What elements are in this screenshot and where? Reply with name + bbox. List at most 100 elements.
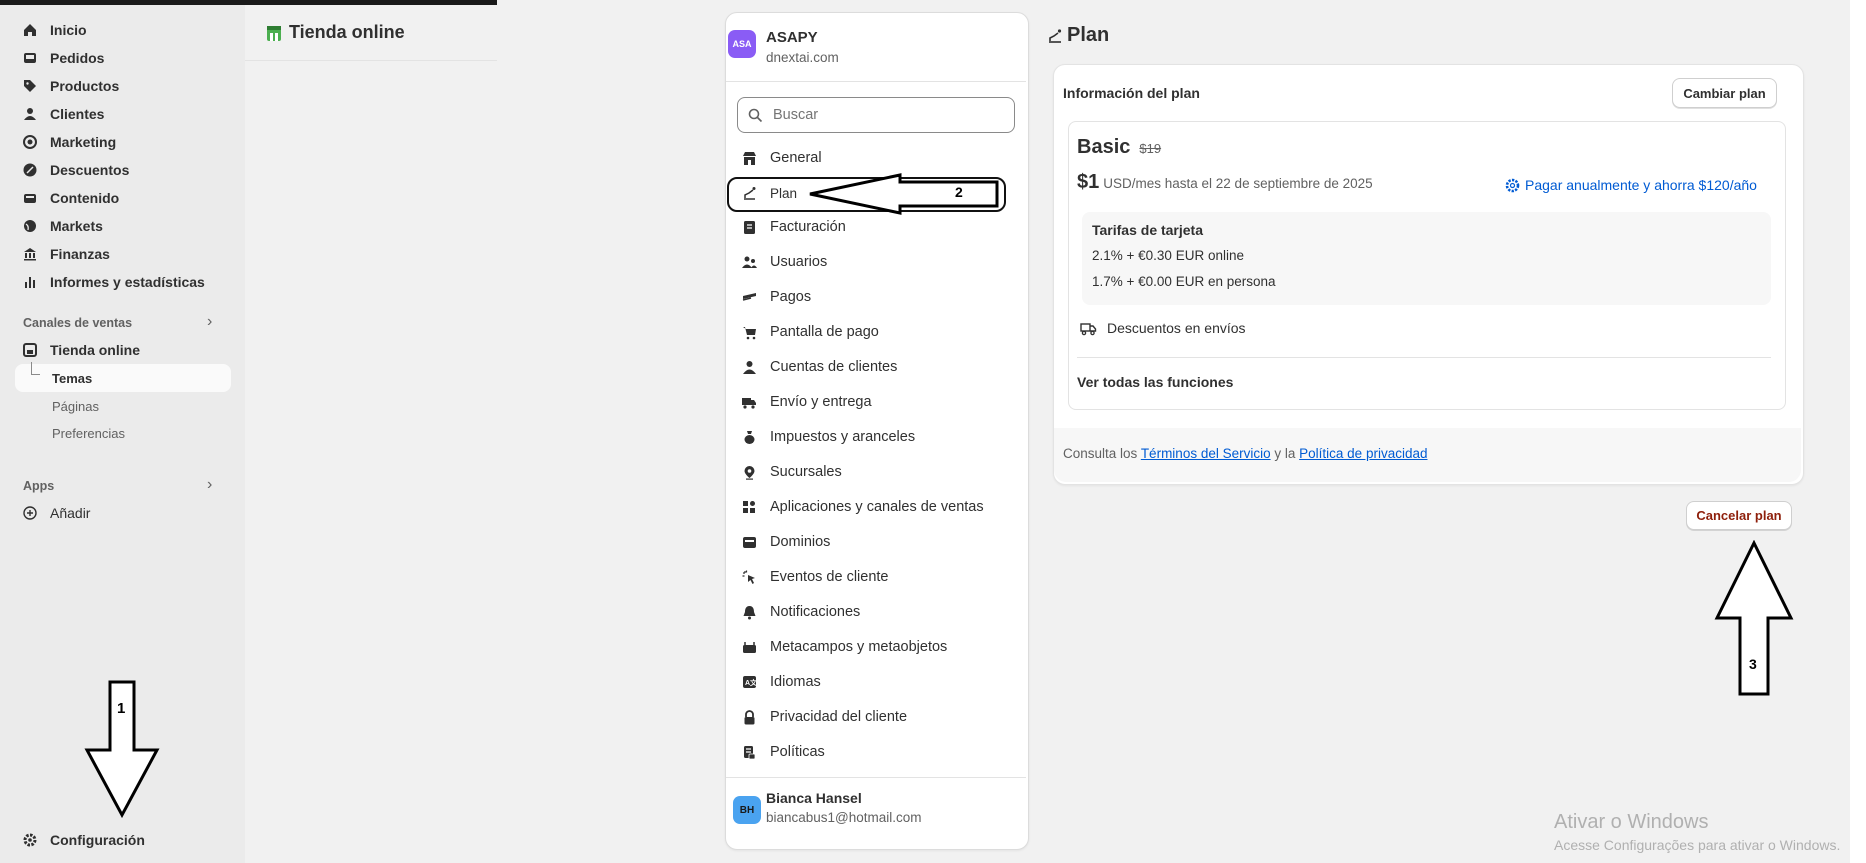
- settings-item-envio[interactable]: Envío y entrega: [740, 390, 872, 414]
- privacy-policy-link[interactable]: Política de privacidad: [1299, 446, 1427, 461]
- top-dark-strip: [0, 0, 497, 5]
- settings-item-privacidad[interactable]: Privacidad del cliente: [740, 705, 907, 729]
- nav-label: Productos: [50, 78, 120, 94]
- inbox-icon: [22, 50, 38, 66]
- bank-icon: [22, 246, 38, 262]
- user-email: biancabus1@hotmail.com: [766, 810, 922, 825]
- cart-icon: [740, 323, 758, 341]
- settings-item-plan[interactable]: Plan: [740, 181, 797, 205]
- settings-item-politicas[interactable]: Políticas: [740, 740, 825, 764]
- settings-item-metacampos[interactable]: Metacampos y metaobjetos: [740, 635, 947, 659]
- settings-item-cuentas-de-clientes[interactable]: Cuentas de clientes: [740, 355, 897, 379]
- nav-label: Markets: [50, 218, 103, 234]
- page-title: Plan: [1047, 24, 1109, 47]
- bell-icon: [740, 603, 758, 621]
- chevron-right-icon[interactable]: ›: [207, 476, 212, 494]
- nav-label: Marketing: [50, 134, 117, 150]
- change-plan-button[interactable]: Cambiar plan: [1672, 78, 1777, 108]
- settings-item-label: Plan: [770, 185, 798, 201]
- settings-item-pantalla-de-pago[interactable]: Pantalla de pago: [740, 320, 879, 344]
- nav-inicio[interactable]: Inicio: [22, 17, 87, 43]
- settings-item-sucursales[interactable]: Sucursales: [740, 460, 842, 484]
- plan-chart-icon: [1047, 28, 1063, 44]
- settings-item-notificaciones[interactable]: Notificaciones: [740, 600, 860, 624]
- annual-payment-link[interactable]: Pagar anualmente y ahorra $120/año: [1505, 177, 1757, 193]
- chevron-right-icon[interactable]: ›: [207, 313, 212, 331]
- shipping-discounts-row: Descuentos en envíos: [1080, 320, 1246, 336]
- settings-item-facturacion[interactable]: Facturación: [740, 215, 846, 239]
- settings-search[interactable]: [737, 97, 1015, 133]
- terms-of-service-link[interactable]: Términos del Servicio: [1141, 446, 1271, 461]
- settings-item-idiomas[interactable]: A文 Idiomas: [740, 670, 821, 694]
- settings-item-aplicaciones[interactable]: Aplicaciones y canales de ventas: [740, 495, 984, 519]
- nav-temas[interactable]: Temas: [52, 371, 92, 386]
- sales-channels-label[interactable]: Canales de ventas: [23, 316, 132, 330]
- nav-label: Inicio: [50, 22, 87, 38]
- nav-clientes[interactable]: Clientes: [22, 101, 104, 127]
- nav-productos[interactable]: Productos: [22, 73, 119, 99]
- search-icon: [748, 108, 763, 123]
- see-all-features-link[interactable]: Ver todas las funciones: [1077, 374, 1233, 390]
- settings-item-pagos[interactable]: Pagos: [740, 285, 811, 309]
- nav-label: Contenido: [50, 190, 120, 206]
- divider: [726, 777, 1026, 778]
- nav-descuentos[interactable]: Descuentos: [22, 157, 129, 183]
- nav-label: Tienda online: [50, 342, 140, 358]
- nav-label: Clientes: [50, 106, 105, 122]
- settings-item-eventos[interactable]: Eventos de cliente: [740, 565, 889, 589]
- settings-item-usuarios[interactable]: Usuarios: [740, 250, 827, 274]
- nav-finanzas[interactable]: Finanzas: [22, 241, 110, 267]
- settings-item-label: Sucursales: [770, 464, 842, 480]
- target-icon: [22, 134, 38, 150]
- apps-label[interactable]: Apps: [23, 479, 54, 493]
- settings-item-dominios[interactable]: Dominios: [740, 530, 830, 554]
- user-avatar[interactable]: BH: [733, 796, 761, 824]
- metafields-icon: [740, 638, 758, 656]
- receipt-icon: [740, 218, 758, 236]
- settings-item-general[interactable]: General: [740, 146, 822, 170]
- nav-anadir[interactable]: Añadir: [22, 500, 90, 526]
- settings-item-label: Privacidad del cliente: [770, 709, 908, 725]
- windows-activation-title: Ativar o Windows: [1554, 811, 1709, 833]
- settings-item-impuestos[interactable]: Impuestos y aranceles: [740, 425, 915, 449]
- rates-title: Tarifas de tarjeta: [1092, 222, 1204, 238]
- nav-label: Finanzas: [50, 246, 110, 262]
- nav-preferencias[interactable]: Preferencias: [52, 426, 125, 441]
- price-row: $1 USD/mes hasta el 22 de septiembre de …: [1077, 171, 1373, 194]
- rate-in-person: 1.7% + €0.00 EUR en persona: [1092, 274, 1276, 289]
- settings-item-label: Metacampos y metaobjetos: [770, 639, 948, 655]
- nav-marketing[interactable]: Marketing: [22, 129, 116, 155]
- settings-item-label: Pantalla de pago: [770, 324, 879, 340]
- nav-markets[interactable]: Markets: [22, 213, 103, 239]
- lock-icon: [740, 708, 758, 726]
- home-icon: [22, 22, 38, 38]
- truck-icon: [740, 393, 758, 411]
- page-title-text: Plan: [1067, 24, 1110, 46]
- right-edge: [1850, 0, 1866, 863]
- plan-chart-icon: [740, 184, 758, 202]
- windows-activation-subtitle: Acesse Configurações para ativar o Windo…: [1554, 837, 1841, 853]
- content-icon: [22, 190, 38, 206]
- store-name: ASAPY: [766, 29, 818, 46]
- plus-circle-icon: [22, 505, 38, 521]
- nav-pedidos[interactable]: Pedidos: [22, 45, 104, 71]
- cancel-plan-button[interactable]: Cancelar plan: [1686, 501, 1792, 530]
- person-icon: [22, 106, 38, 122]
- payments-icon: [740, 288, 758, 306]
- nav-configuracion[interactable]: Configuración: [22, 827, 145, 853]
- settings-item-label: Facturación: [770, 219, 846, 235]
- nav-tienda-online[interactable]: Tienda online: [22, 337, 140, 363]
- nav-contenido[interactable]: Contenido: [22, 185, 119, 211]
- annotation-label-3: 3: [1749, 656, 1757, 672]
- online-store-title: Tienda online: [266, 22, 405, 43]
- search-input[interactable]: [771, 106, 1005, 124]
- tax-icon: [740, 428, 758, 446]
- tag-icon: [22, 78, 38, 94]
- nav-informes[interactable]: Informes y estadísticas: [22, 269, 205, 295]
- location-icon: [740, 463, 758, 481]
- plan-name: Basic: [1077, 136, 1131, 158]
- store-icon: [22, 342, 38, 358]
- bar-chart-icon: [22, 274, 38, 290]
- nav-label: Configuración: [50, 832, 145, 848]
- nav-paginas[interactable]: Páginas: [52, 399, 99, 414]
